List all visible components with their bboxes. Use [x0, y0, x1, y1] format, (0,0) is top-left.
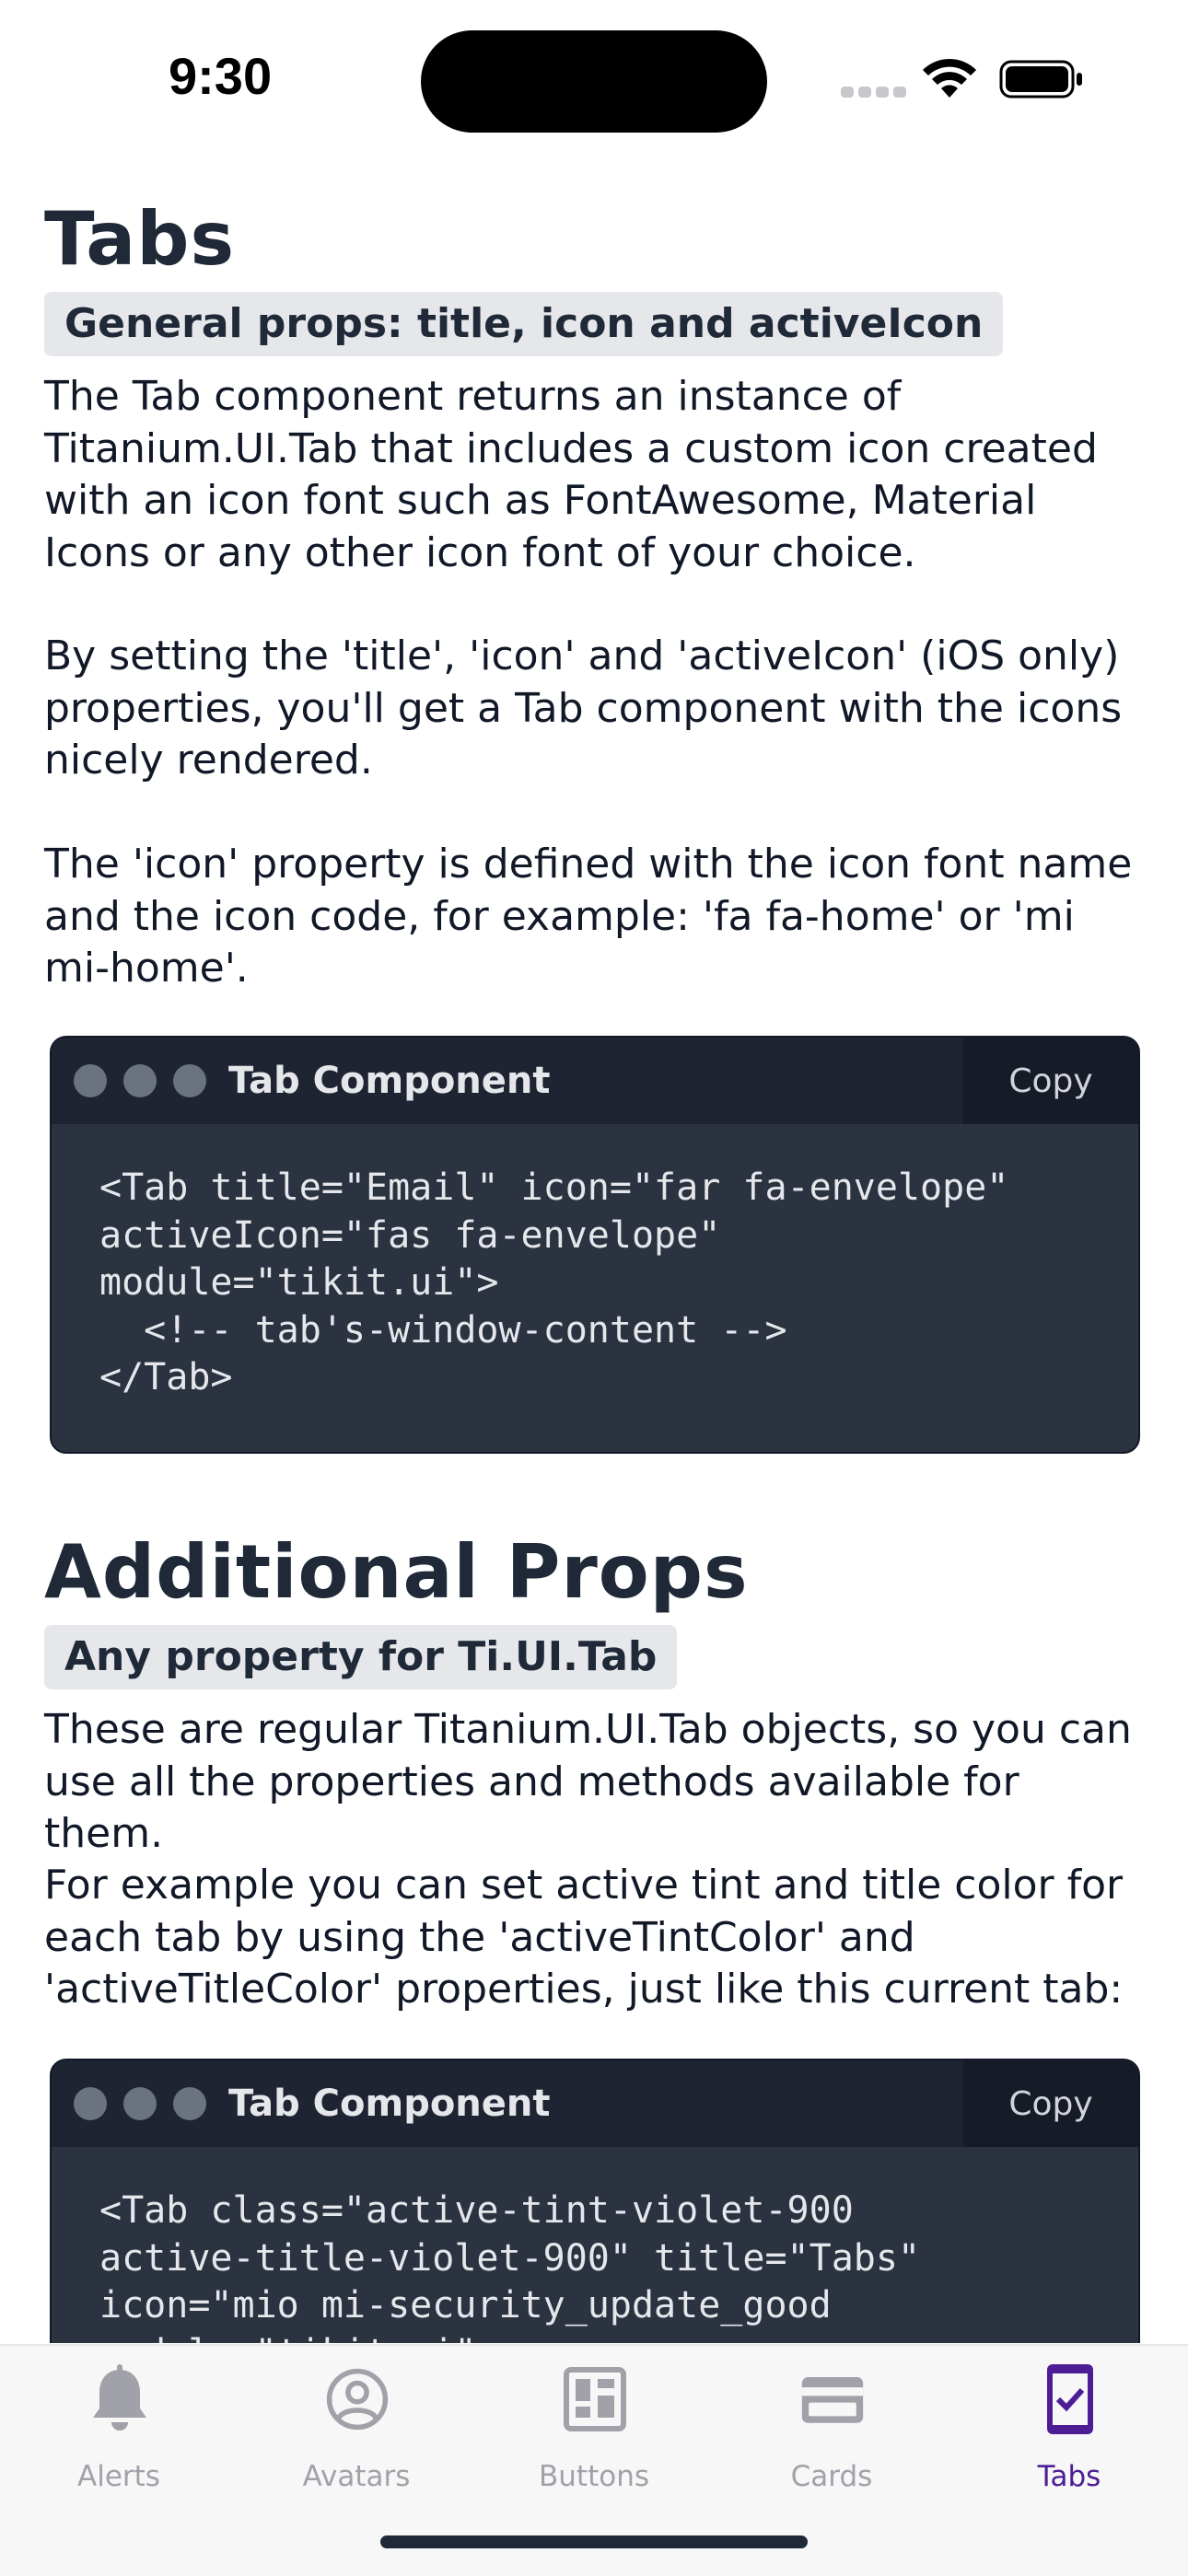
cellular-signal-icon	[841, 87, 906, 98]
window-dot	[74, 2087, 107, 2120]
code-card: Tab Component Copy <Tab title="Email" ic…	[50, 1036, 1140, 1454]
copy-button[interactable]: Copy	[963, 1038, 1138, 1124]
code-card-title: Tab Component	[228, 2083, 551, 2125]
code-card-title: Tab Component	[228, 1060, 551, 1102]
tab-label: Alerts	[77, 2460, 160, 2493]
tab-cards[interactable]: Cards	[713, 2346, 950, 2512]
code-card-header: Tab Component Copy	[52, 2060, 1138, 2147]
status-bar: 9:30	[0, 0, 1188, 157]
code-card-header: Tab Component Copy	[52, 1038, 1138, 1124]
section-heading: Additional Props	[44, 1529, 749, 1615]
window-dot	[123, 1064, 157, 1097]
section-subtitle: General props: title, icon and activeIco…	[44, 292, 1004, 356]
content-scroll[interactable]: Tabs General props: title, icon and acti…	[0, 184, 1188, 2343]
description-paragraph: The 'icon' property is defined with the …	[44, 841, 1133, 992]
tab-label: Cards	[790, 2460, 873, 2493]
window-dot	[74, 1064, 107, 1097]
user-circle-icon	[326, 2368, 389, 2431]
page-title: Tabs	[44, 196, 236, 282]
mobile-check-icon	[1047, 2364, 1093, 2434]
section-subtitle: Any property for Ti.UI.Tab	[44, 1625, 678, 1689]
description-paragraph: The Tab component returns an instance of…	[44, 373, 1098, 576]
tab-avatars[interactable]: Avatars	[238, 2346, 475, 2512]
code-snippet: <Tab class="active-tint-violet-900 activ…	[99, 2189, 921, 2343]
bell-icon	[93, 2364, 146, 2431]
home-indicator	[380, 2535, 808, 2548]
tab-label: Tabs	[1037, 2460, 1101, 2493]
code-snippet: <Tab title="Email" icon="far fa-envelope…	[99, 1166, 1009, 1398]
tab-alerts[interactable]: Alerts	[0, 2346, 238, 2512]
code-card: Tab Component Copy <Tab class="active-ti…	[50, 2059, 1140, 2343]
tab-buttons[interactable]: Buttons	[475, 2346, 713, 2512]
dashboard-icon	[564, 2367, 626, 2431]
description-paragraph: For example you can set active tint and …	[44, 1862, 1124, 2013]
wifi-icon	[923, 58, 976, 98]
tab-label: Buttons	[539, 2460, 649, 2493]
window-dot	[123, 2087, 157, 2120]
description-paragraph: These are regular Titanium.UI.Tab object…	[44, 1706, 1132, 1857]
status-time: 9:30	[169, 47, 273, 105]
window-dot	[173, 1064, 206, 1097]
description-paragraph: By setting the 'title', 'icon' and 'acti…	[44, 632, 1123, 783]
tab-label: Avatars	[302, 2460, 411, 2493]
window-dot	[173, 2087, 206, 2120]
dynamic-island	[421, 30, 767, 133]
battery-icon	[999, 60, 1082, 99]
credit-card-icon	[801, 2377, 864, 2423]
copy-button[interactable]: Copy	[963, 2060, 1138, 2147]
tab-tabs[interactable]: Tabs	[950, 2346, 1188, 2512]
